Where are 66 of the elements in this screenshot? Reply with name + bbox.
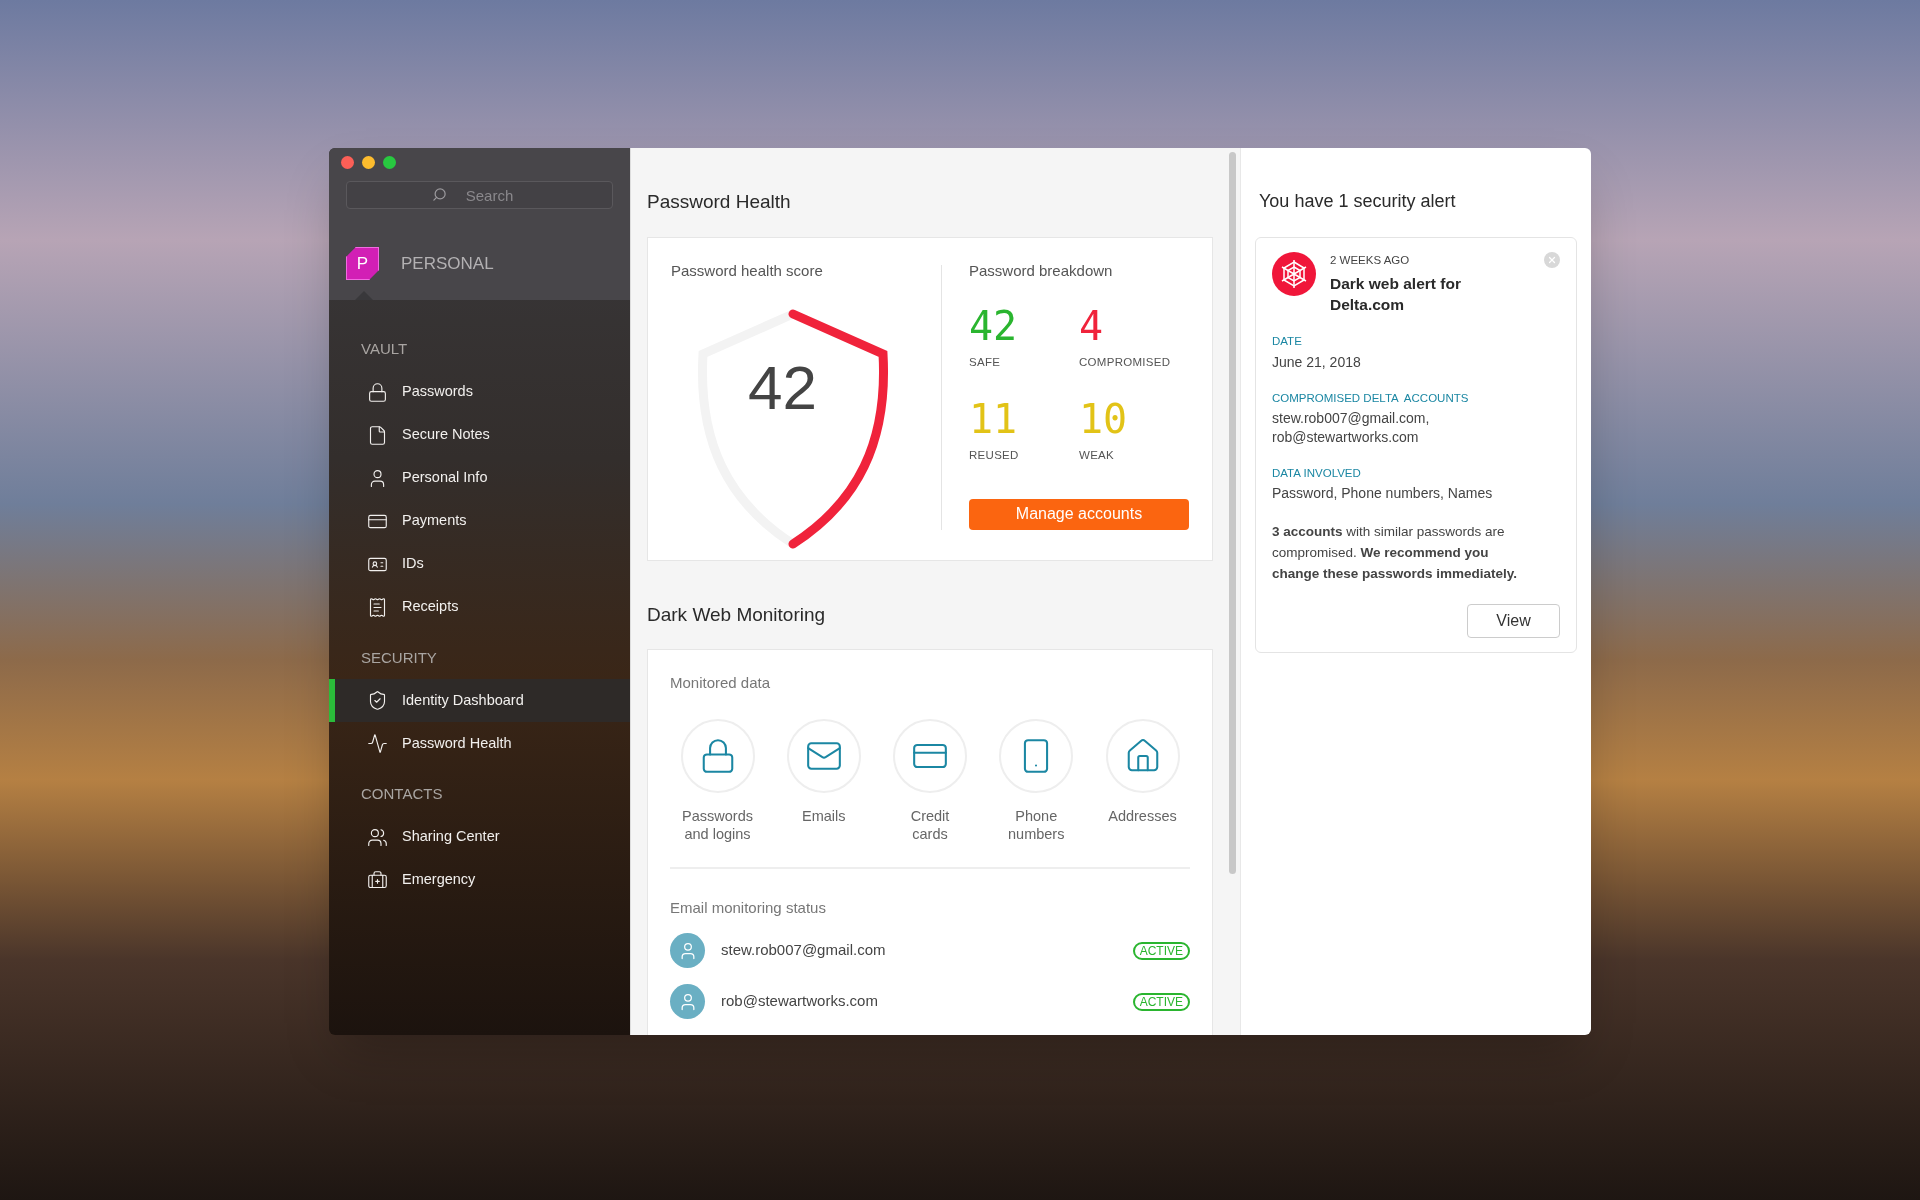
breakdown-count: 42 — [969, 306, 1019, 346]
search-field[interactable]: Search — [346, 181, 613, 209]
section-heading: SECURITY — [360, 647, 438, 668]
alert-time: 2 WEEKS AGO — [1330, 253, 1411, 268]
data-type-label: Emails — [802, 806, 846, 825]
space-name[interactable]: PERSONAL — [401, 250, 494, 277]
section-title: Dark Web Monitoring — [647, 602, 827, 627]
alerts-title: You have 1 security alert — [1259, 190, 1457, 213]
receipt-icon — [367, 596, 388, 618]
field-label: COMPROMISED DELTA ACCOUNTS — [1272, 390, 1470, 406]
shield-icon — [367, 690, 388, 711]
section-heading: CONTACTS — [360, 784, 444, 804]
sidebar-item[interactable]: Payments — [329, 499, 630, 543]
breakdown-label: REUSED — [969, 448, 1020, 464]
monitored-email: rob@stewartworks.com — [721, 991, 879, 1012]
monitored-email: stew.rob007@gmail.com — [721, 940, 887, 961]
data-type-label: Passwords and logins — [681, 806, 754, 843]
spider-web-icon — [1272, 252, 1316, 296]
avatar-icon — [670, 984, 705, 1019]
field-value: June 21, 2018 — [1272, 352, 1362, 372]
zoom-button[interactable] — [383, 156, 396, 169]
alert-message: 3 accounts with similar passwords are compromised. We recommend you change these passwords immediately. — [1272, 523, 1519, 583]
search-icon — [432, 187, 447, 202]
sidebar-item[interactable]: Passwords — [329, 370, 630, 414]
field-label: DATA INVOLVED — [1272, 465, 1362, 481]
view-button[interactable]: View — [1467, 604, 1560, 638]
section-title: Password Health — [647, 190, 792, 214]
status-badge: ACTIVE — [1132, 992, 1190, 1011]
field-value: stew.rob007@gmail.com, rob@stewartworks.com — [1272, 408, 1431, 447]
data-type-label: Phone numbers — [1007, 806, 1066, 843]
sidebar-item[interactable]: Sharing Center — [329, 815, 630, 859]
card-label: Monitored data — [670, 673, 772, 693]
first-aid-kit-icon — [367, 869, 388, 891]
padlock-icon — [367, 381, 388, 403]
close-icon — [1547, 255, 1557, 265]
breakdown-count: 4 — [1079, 306, 1105, 346]
data-type-label: Credit cards — [909, 806, 951, 843]
status-badge: ACTIVE — [1132, 941, 1190, 960]
breakdown-count: 10 — [1079, 399, 1129, 440]
pulse-icon — [367, 733, 388, 754]
sidebar-item[interactable]: Emergency — [329, 858, 630, 902]
card-label: Password health score — [671, 260, 824, 281]
sidebar-item[interactable]: IDs — [329, 542, 630, 586]
alert-title: Dark web alert for Delta.com — [1330, 274, 1462, 316]
breakdown-label: WEAK — [1079, 448, 1115, 464]
document-icon — [367, 424, 388, 446]
field-label: DATE — [1272, 334, 1303, 350]
avatar-icon — [670, 933, 705, 968]
sidebar-item[interactable]: Receipts — [329, 585, 630, 629]
health-score: 42 — [748, 357, 817, 419]
sidebar-item[interactable]: Password Health — [329, 722, 630, 765]
space-badge: P — [346, 247, 379, 280]
field-value: Password, Phone numbers, Names — [1272, 484, 1494, 503]
sidebar-item[interactable]: Identity Dashboard — [329, 679, 630, 722]
card-label: Password breakdown — [969, 260, 1114, 281]
minimize-button[interactable] — [362, 156, 375, 169]
sidebar-item[interactable]: Personal Info — [329, 456, 630, 500]
breakdown-count: 11 — [969, 399, 1019, 440]
data-type-label: Addresses — [1108, 806, 1177, 825]
breakdown-label: SAFE — [969, 355, 1002, 370]
section-heading: VAULT — [360, 339, 409, 359]
breakdown-label: COMPROMISED — [1079, 355, 1172, 370]
sidebar-item[interactable]: Secure Notes — [329, 413, 630, 457]
card-label: Email monitoring status — [670, 897, 827, 918]
close-button[interactable] — [341, 156, 354, 169]
people-icon — [367, 826, 388, 848]
